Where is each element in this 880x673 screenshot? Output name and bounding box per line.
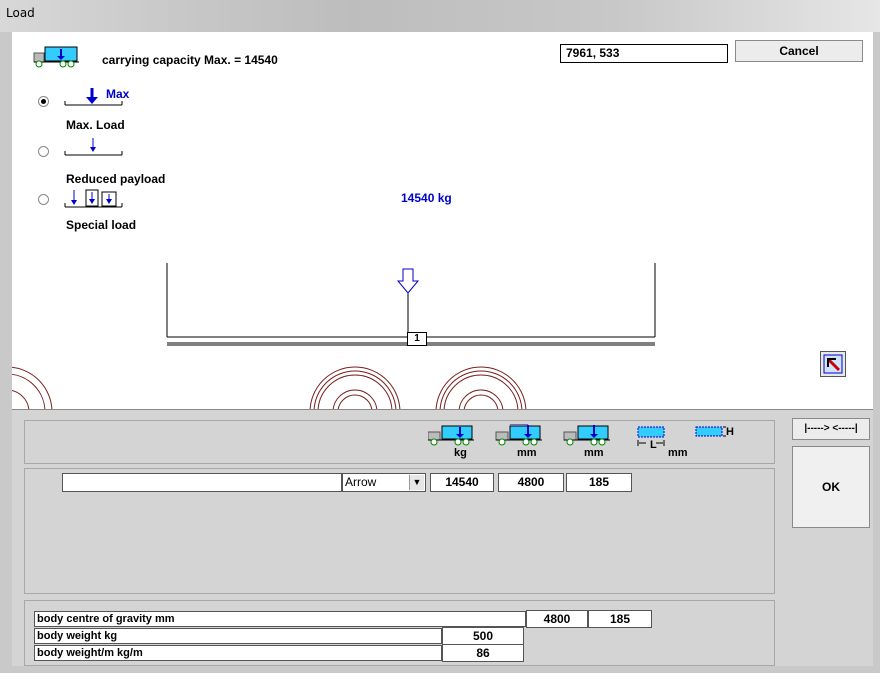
window-bottom-border <box>0 666 880 673</box>
max-tag: Max <box>106 87 130 101</box>
load-table-area: L H kg mm mm mm |-----> <-----| OK Arrow… <box>12 409 873 666</box>
capacity-label: carrying capacity Max. = 14540 <box>102 53 278 67</box>
max-load-radio[interactable] <box>38 96 49 107</box>
load-weight-field[interactable]: 14540 <box>430 473 494 492</box>
unit-mm-x-label: mm <box>517 447 537 459</box>
special-load-icon <box>64 189 123 208</box>
body-weight-label: body weight kg <box>34 628 442 644</box>
unit-mm-y-label: mm <box>584 447 604 459</box>
load-name-input[interactable] <box>62 473 342 492</box>
truck-body-diagram <box>12 263 656 409</box>
unit-mm-length-label: mm <box>668 447 688 459</box>
reduced-payload-icon <box>64 138 123 156</box>
body-weight-per-m-field[interactable]: 86 <box>442 644 524 662</box>
load-dialog-window: Load carrying capacity Max. = 14540 7961… <box>0 0 880 673</box>
height-tag: H <box>726 426 734 438</box>
body-weight-per-m-label: body weight/m kg/m <box>34 645 442 661</box>
coordinates-readout: 7961, 533 <box>560 44 728 63</box>
body-weight-field[interactable]: 500 <box>442 627 524 645</box>
length-tag: L <box>650 439 657 451</box>
load-value-label: 14540 kg <box>401 191 452 205</box>
load-drawing-area[interactable]: carrying capacity Max. = 14540 7961, 533… <box>12 32 873 409</box>
edit-tool-button[interactable] <box>820 351 846 377</box>
body-cog-y-field[interactable]: 185 <box>588 610 652 628</box>
body-cog-x-field[interactable]: 4800 <box>526 610 588 628</box>
pointer-edit-icon <box>823 354 843 374</box>
window-left-border <box>0 32 12 673</box>
load-marker-number: 1 <box>407 332 427 346</box>
special-load-label: Special load <box>66 218 137 232</box>
reduced-payload-label: Reduced payload <box>66 172 166 186</box>
special-load-radio[interactable] <box>38 194 49 205</box>
truck-x-position-icon <box>495 424 542 446</box>
height-dimension-icon <box>695 426 726 437</box>
load-x-field[interactable]: 4800 <box>498 473 564 492</box>
truck-weight-icon <box>428 425 474 446</box>
align-button[interactable]: |-----> <-----| <box>792 418 870 440</box>
body-cog-label: body centre of gravity mm <box>34 611 526 627</box>
truck-load-icon <box>33 46 79 68</box>
max-load-label: Max. Load <box>66 118 125 132</box>
unit-kg-label: kg <box>454 447 467 459</box>
window-title: Load <box>6 6 35 20</box>
load-type-select[interactable]: Arrow ▼ <box>342 473 426 492</box>
column-header-icons <box>428 424 726 446</box>
load-y-field[interactable]: 185 <box>566 473 632 492</box>
truck-y-position-icon <box>563 425 610 446</box>
reduced-payload-radio[interactable] <box>38 146 49 157</box>
window-right-border <box>872 32 880 673</box>
chevron-down-icon[interactable]: ▼ <box>409 475 424 490</box>
load-type-value: Arrow <box>345 475 377 489</box>
cancel-button[interactable]: Cancel <box>735 40 863 62</box>
ok-button[interactable]: OK <box>792 446 870 528</box>
title-bar: Load <box>0 0 880 32</box>
